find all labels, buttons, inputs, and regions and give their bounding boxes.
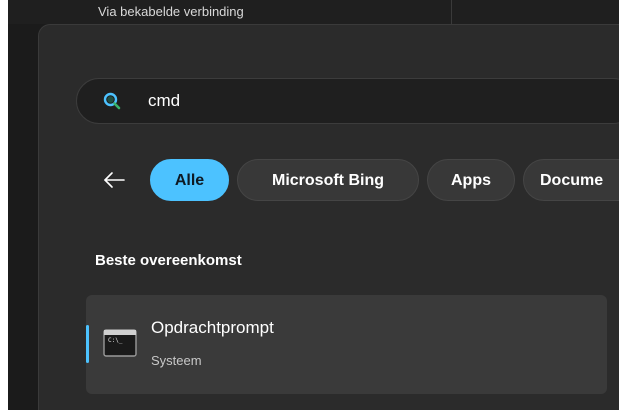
best-match-result[interactable]	[86, 295, 607, 394]
result-title: Opdrachtprompt	[151, 318, 274, 337]
filter-chip-all[interactable]: Alle	[150, 159, 229, 201]
search-query-text[interactable]: cmd	[148, 90, 180, 112]
window-divider	[451, 0, 452, 24]
selection-indicator	[86, 325, 89, 363]
filter-chip-apps[interactable]: Apps	[427, 159, 515, 201]
arrow-left-icon[interactable]	[101, 167, 127, 193]
search-icon	[103, 92, 121, 110]
filter-chip-documents[interactable]: Docume	[523, 159, 619, 201]
svg-text:C:\_: C:\_	[108, 337, 123, 344]
connection-status-text: Via bekabelde verbinding	[98, 4, 244, 19]
filter-chip-microsoft-bing[interactable]: Microsoft Bing	[237, 159, 419, 201]
section-heading-best-match: Beste overeenkomst	[95, 252, 242, 269]
screenshot-frame: Via bekabelde verbinding cmd Alle Micros…	[0, 0, 619, 410]
result-subtitle: Systeem	[151, 353, 202, 368]
command-prompt-icon: C:\_	[103, 329, 137, 357]
